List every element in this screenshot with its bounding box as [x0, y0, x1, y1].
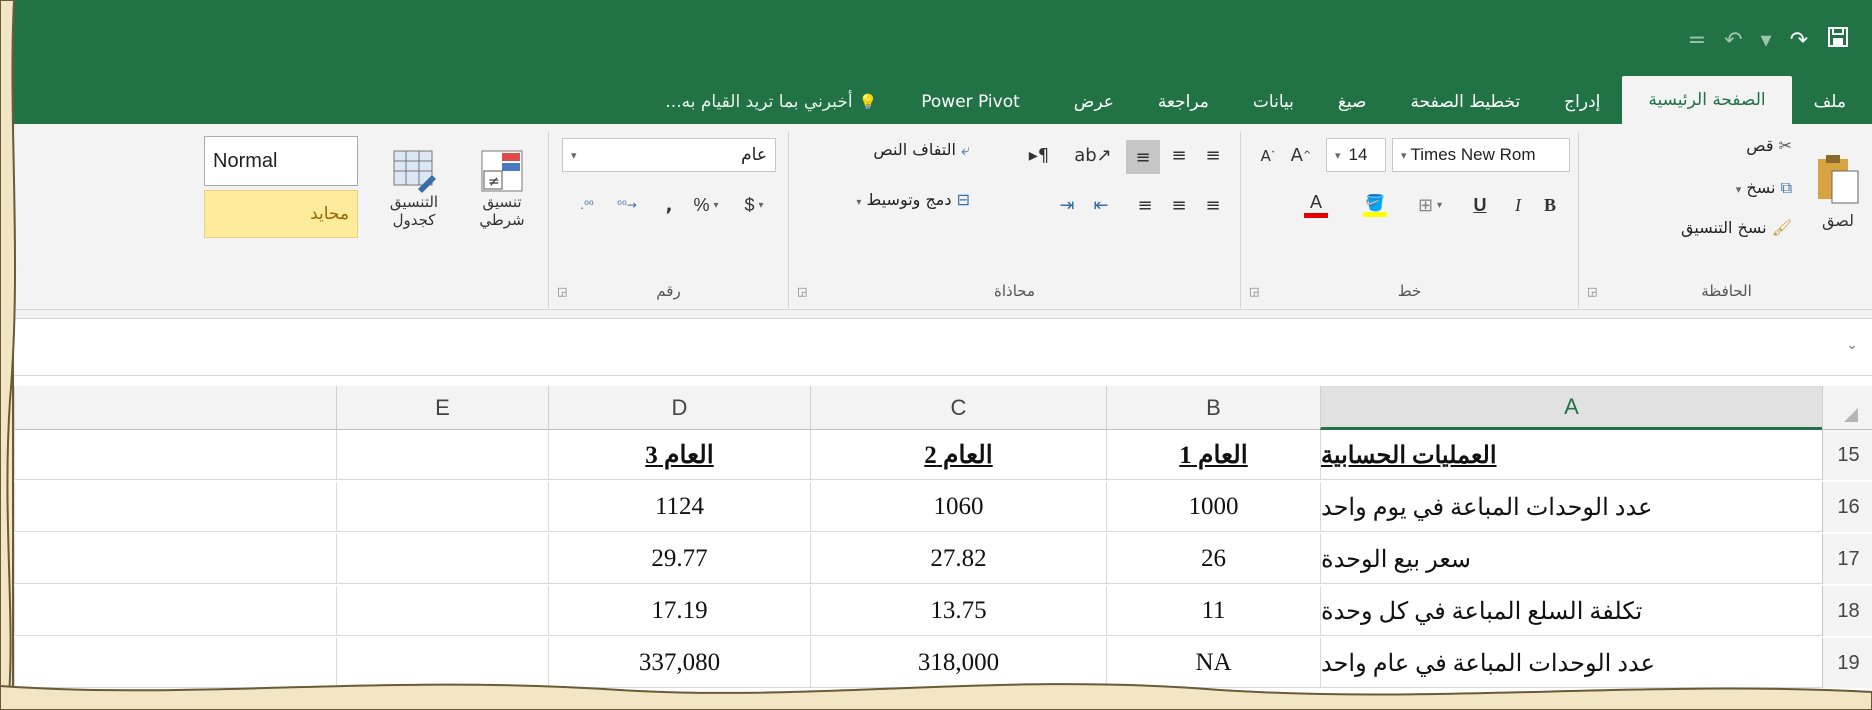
torn-paper-edge [0, 0, 1872, 710]
